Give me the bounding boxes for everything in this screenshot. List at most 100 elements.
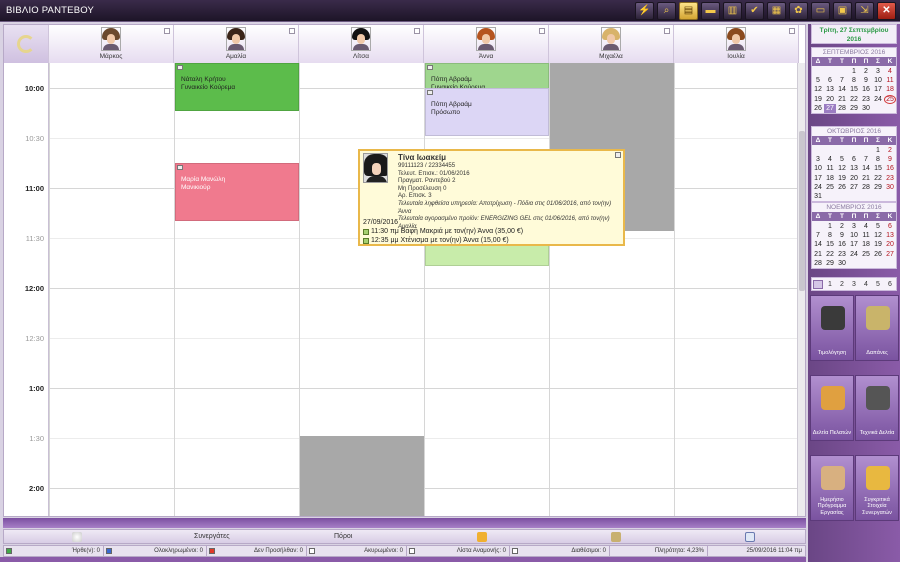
- appointment-block[interactable]: Νάταλη Κρήτου Γυναικείο Κούρεμα: [175, 63, 299, 111]
- calendar-day[interactable]: 17: [812, 174, 824, 183]
- available-box-icon[interactable]: [512, 548, 518, 554]
- print-icon[interactable]: [477, 532, 487, 542]
- calendar-day[interactable]: 27: [824, 103, 836, 113]
- calendar-day[interactable]: 15: [824, 240, 836, 249]
- checked-box-icon[interactable]: [6, 548, 12, 554]
- staff-tab-icon[interactable]: [72, 532, 82, 542]
- grid-calendar-button[interactable]: ▦: [767, 2, 786, 20]
- calendar-day[interactable]: 6: [848, 155, 860, 164]
- calendar-day[interactable]: 13: [884, 231, 896, 240]
- calendar-day[interactable]: 21: [812, 250, 824, 259]
- calendar-day[interactable]: 5: [836, 155, 848, 164]
- calendar-icon[interactable]: [745, 532, 755, 542]
- tile-technical-sheet[interactable]: Τεχνικά Δελτία: [855, 375, 899, 441]
- staff-checkbox[interactable]: [164, 28, 170, 34]
- calendar-book-button[interactable]: ▤: [679, 2, 698, 20]
- calendar-corner[interactable]: [4, 25, 49, 63]
- calendar-day[interactable]: 2: [860, 67, 872, 76]
- calendar-day[interactable]: 28: [836, 104, 848, 113]
- calendar-day[interactable]: 29: [872, 183, 884, 192]
- waiting-box-icon[interactable]: [409, 548, 415, 554]
- lightning-button[interactable]: ⚡: [635, 2, 654, 20]
- calendar-day[interactable]: 14: [836, 85, 848, 94]
- cancelled-box-icon[interactable]: [309, 548, 315, 554]
- calendar-day[interactable]: 27: [848, 183, 860, 192]
- calendar-day[interactable]: 16: [836, 240, 848, 249]
- calendar-day[interactable]: 22: [872, 174, 884, 183]
- calendar-day[interactable]: 3: [848, 222, 860, 231]
- calendar-day[interactable]: 15: [872, 164, 884, 173]
- calendar-day[interactable]: 18: [884, 85, 896, 94]
- calendar-day[interactable]: 8: [872, 155, 884, 164]
- calendar-day[interactable]: 26: [836, 183, 848, 192]
- calendar-day[interactable]: 6: [884, 222, 896, 231]
- noshow-box-icon[interactable]: [209, 548, 215, 554]
- calendar-day[interactable]: 20: [884, 240, 896, 249]
- calendar-day[interactable]: 28: [860, 183, 872, 192]
- calendar-day[interactable]: 17: [872, 85, 884, 94]
- calendar-day[interactable]: 11: [860, 231, 872, 240]
- calendar-day[interactable]: 16: [860, 85, 872, 94]
- close-button[interactable]: ✕: [877, 2, 896, 20]
- month-name[interactable]: ΟΚΤΩΒΡΙΟΣ 2016: [812, 127, 896, 135]
- calendar-day[interactable]: 13: [824, 85, 836, 94]
- export-button[interactable]: ⇲: [855, 2, 874, 20]
- month-name[interactable]: ΝΟΕΜΒΡΙΟΣ 2016: [812, 203, 896, 211]
- card-button[interactable]: ▬: [701, 2, 720, 20]
- pager-item[interactable]: 3: [848, 281, 860, 288]
- time-grid[interactable]: 10:00 10:30 11:00 11:30 12:00 12:30 1:00 1:30 2:…: [4, 63, 805, 516]
- calendar-day[interactable]: 20: [824, 95, 836, 104]
- tile-hourglass[interactable]: Ημερήσιο Πρόγραμμα Εργασίας: [810, 455, 854, 521]
- calendar-day[interactable]: 3: [872, 67, 884, 76]
- pager-item[interactable]: 2: [836, 281, 848, 288]
- lock-button[interactable]: ▣: [833, 2, 852, 20]
- calendar-day[interactable]: 26: [872, 250, 884, 259]
- calendar-day[interactable]: 30: [860, 104, 872, 113]
- calendar-day[interactable]: 21: [836, 95, 848, 104]
- staff-checkbox[interactable]: [289, 28, 295, 34]
- calendar-day[interactable]: 23: [860, 95, 872, 104]
- calendar-day[interactable]: 12: [872, 231, 884, 240]
- calendar-day[interactable]: 24: [872, 95, 884, 104]
- tab-resources[interactable]: Πόροι: [334, 533, 352, 540]
- calendar-day[interactable]: 19: [812, 95, 824, 104]
- calendar-day[interactable]: 14: [860, 164, 872, 173]
- calendar-day[interactable]: 24: [848, 250, 860, 259]
- calendar-day[interactable]: 10: [848, 231, 860, 240]
- tile-purse[interactable]: Δαπάνες: [855, 295, 899, 361]
- pager-item[interactable]: 6: [884, 281, 896, 288]
- calendar-day[interactable]: 30: [884, 183, 896, 192]
- appointment-block[interactable]: Μαρία Μανώλη Μανικιούρ: [175, 163, 299, 221]
- calendar-day[interactable]: 29: [824, 259, 836, 268]
- appointment-status-icon[interactable]: [177, 65, 183, 70]
- tile-compare-search[interactable]: Συγκριτικά Στοιχεία Συνεργατών: [855, 455, 899, 521]
- calendar-day[interactable]: 28: [812, 259, 824, 268]
- tile-customers[interactable]: Δελτία Πελατών: [810, 375, 854, 441]
- calendar-day[interactable]: 10: [812, 164, 824, 173]
- tab-staff[interactable]: Συνεργάτες: [194, 533, 230, 540]
- calendar-day[interactable]: 31: [812, 192, 824, 201]
- pager-item[interactable]: 5: [872, 281, 884, 288]
- calendar-day[interactable]: 23: [884, 174, 896, 183]
- appointment-status-icon[interactable]: [177, 165, 183, 170]
- calendar-day[interactable]: 7: [860, 155, 872, 164]
- calendar-day[interactable]: 2: [884, 146, 896, 155]
- calendar-day[interactable]: 14: [812, 240, 824, 249]
- scroll-thumb[interactable]: [799, 131, 805, 291]
- calendar-day[interactable]: 3: [812, 155, 824, 164]
- staff-checkbox[interactable]: [539, 28, 545, 34]
- calendar-day[interactable]: 13: [848, 164, 860, 173]
- calendar-day[interactable]: 19: [836, 174, 848, 183]
- calendar-day[interactable]: 11: [824, 164, 836, 173]
- calendar-day[interactable]: 22: [848, 95, 860, 104]
- appointment-status-icon[interactable]: [427, 65, 433, 70]
- calendar-day[interactable]: 18: [824, 174, 836, 183]
- month-name[interactable]: ΣΕΠΤΕΜΒΡΙΟΣ 2016: [812, 48, 896, 56]
- calendar-day[interactable]: 12: [812, 85, 824, 94]
- tile-invoice[interactable]: Τιμολόγηση: [810, 295, 854, 361]
- calendar-day[interactable]: 19: [872, 240, 884, 249]
- staff-header[interactable]: Μάρκος: [49, 25, 174, 63]
- refresh-icon[interactable]: [17, 35, 35, 53]
- calendar-day[interactable]: 5: [812, 76, 824, 85]
- staff-checkbox[interactable]: [664, 28, 670, 34]
